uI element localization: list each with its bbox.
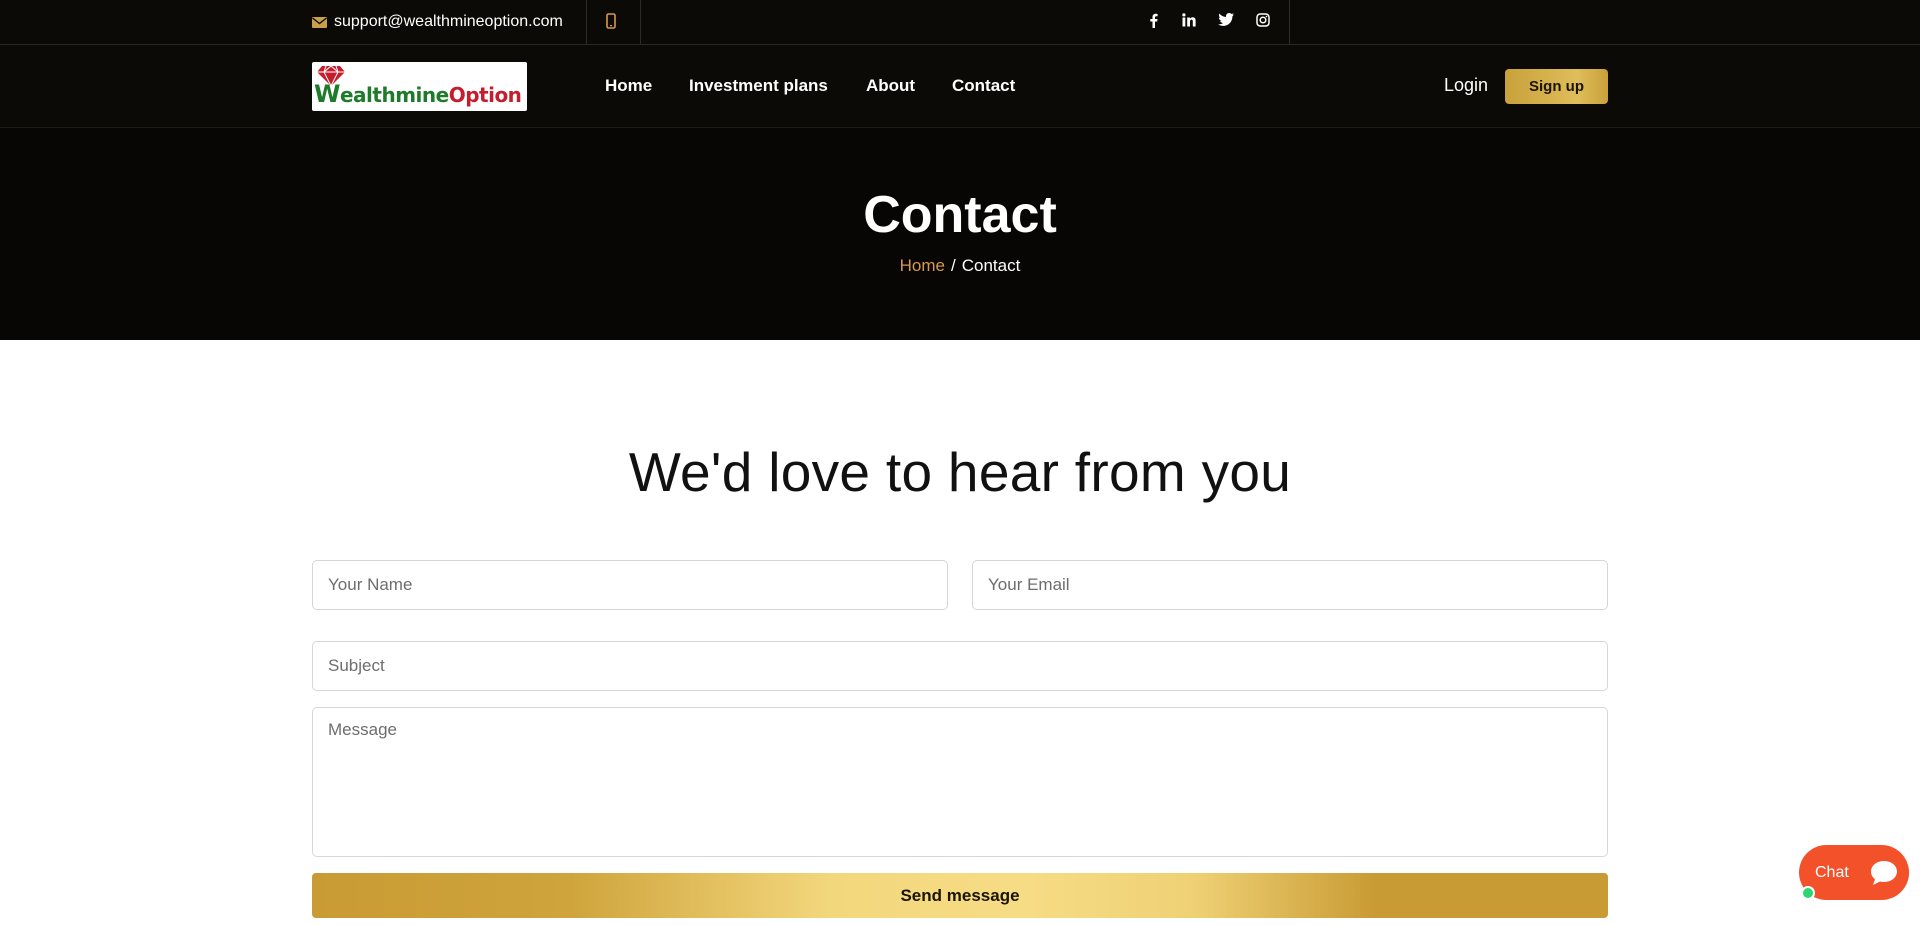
chat-widget[interactable]: Chat — [1799, 845, 1909, 900]
phone-icon[interactable] — [606, 13, 616, 29]
support-email[interactable]: support@wealthmineoption.com — [312, 0, 563, 44]
facebook-icon[interactable] — [1149, 13, 1158, 28]
breadcrumb: Home / Contact — [0, 256, 1920, 276]
subject-input[interactable] — [312, 641, 1608, 691]
mail-icon — [312, 16, 327, 28]
top-bar: support@wealthmineoption.com — [0, 0, 1920, 45]
logo-text-wealthmine: ealthmine — [339, 82, 449, 107]
online-status-dot — [1801, 886, 1815, 900]
chat-label: Chat — [1815, 863, 1849, 881]
twitter-icon[interactable] — [1218, 13, 1234, 26]
diamond-icon — [317, 65, 345, 87]
email-input[interactable] — [972, 560, 1608, 610]
nav-contact[interactable]: Contact — [952, 76, 1015, 96]
divider — [586, 0, 587, 44]
contact-heading: We'd love to hear from you — [628, 441, 1292, 503]
linkedin-icon[interactable] — [1182, 13, 1196, 27]
support-email-text: support@wealthmineoption.com — [334, 13, 563, 30]
signup-button[interactable]: Sign up — [1505, 69, 1608, 104]
chat-bubble[interactable] — [1859, 848, 1909, 898]
send-message-button[interactable]: Send message — [312, 873, 1608, 918]
login-link[interactable]: Login — [1444, 75, 1488, 96]
main-navbar: WealthmineOption Home Investment plans A… — [0, 45, 1920, 128]
chat-bubble-icon — [1871, 861, 1897, 885]
breadcrumb-current: Contact — [961, 256, 1021, 275]
instagram-icon[interactable] — [1256, 13, 1270, 27]
message-textarea[interactable] — [312, 707, 1608, 857]
divider — [1289, 0, 1290, 44]
page-hero: Contact Home / Contact — [0, 128, 1920, 340]
name-input[interactable] — [312, 560, 948, 610]
logo-text-option: Option — [448, 82, 522, 107]
divider — [640, 0, 641, 44]
page-title: Contact — [863, 186, 1057, 244]
nav-about[interactable]: About — [866, 76, 915, 96]
breadcrumb-home[interactable]: Home — [900, 256, 945, 275]
site-logo[interactable]: WealthmineOption — [312, 62, 527, 111]
breadcrumb-separator: / — [951, 256, 956, 275]
nav-investment-plans[interactable]: Investment plans — [689, 76, 828, 96]
nav-home[interactable]: Home — [605, 76, 652, 96]
